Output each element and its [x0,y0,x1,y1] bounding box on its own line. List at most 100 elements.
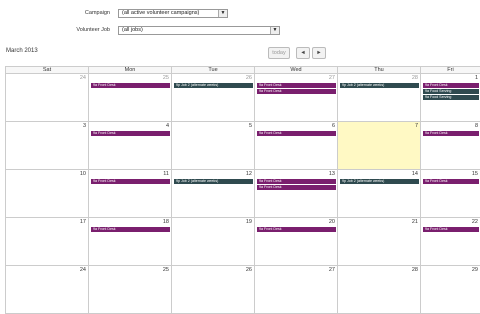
campaign-label: Campaign [84,10,110,16]
day-number: 8 [474,123,478,129]
calendar-day[interactable]: 8 9a Front Desk [420,122,480,170]
day-number: 7 [414,123,418,129]
calendar-day[interactable]: 17 [5,218,88,266]
day-number: 11 [163,171,169,177]
day-number: 28 [411,267,418,273]
calendar-event[interactable]: 9a Food Serving [423,95,479,100]
day-of-week-tue: Tue [171,66,254,74]
calendar-day[interactable]: 21 [337,218,420,266]
calendar-event[interactable]: 9p Job 2 (alternate weeks) [174,179,253,184]
day-number: 15 [471,171,478,177]
calendar-day[interactable]: 25 9a Front Desk [88,74,171,122]
calendar-day[interactable]: 28 9p Job 2 (alternate weeks) [337,74,420,122]
day-number: 10 [79,171,86,177]
day-number: 4 [165,123,169,129]
calendar-day[interactable]: 26 9p Job 2 (alternate weeks) [171,74,254,122]
calendar-day[interactable]: 26 [171,266,254,314]
day-of-week-sat: Sat [5,66,88,74]
day-number: 6 [331,123,335,129]
day-number: 1 [474,75,478,81]
calendar-grid: Sat Mon Tue Wed Thu Fri 24 25 9a Front Desk 26 9p … [5,66,480,314]
campaign-select[interactable]: (all active volunteer campaigns) ▼ [118,9,228,18]
calendar-event[interactable]: 9a Front Desk [257,185,336,190]
calendar-day[interactable]: 10 [5,170,88,218]
calendar-day[interactable]: 5 [171,122,254,170]
day-number: 12 [245,171,252,177]
day-number: 27 [328,75,335,81]
calendar-event[interactable]: 9p Job 2 (alternate weeks) [174,83,253,88]
day-number: 13 [328,171,335,177]
calendar-event[interactable]: 9a Front Desk [91,131,170,136]
campaign-select-value: (all active volunteer campaigns) [122,10,200,16]
calendar-day[interactable]: 24 [5,74,88,122]
calendar-day[interactable]: 27 [254,266,337,314]
calendar-day[interactable]: 24 [5,266,88,314]
day-number: 3 [82,123,86,129]
day-number: 26 [245,75,252,81]
calendar-event[interactable]: 9p Job 2 (alternate weeks) [340,83,419,88]
calendar-week: 17 18 9a Front Desk 19 20 9a Front Desk 21 22 9a… [5,218,480,266]
calendar-day[interactable]: 13 9a Front Desk 9a Front Desk [254,170,337,218]
volunteer-job-select[interactable]: (all jobs) ▼ [118,26,280,35]
calendar-day[interactable]: 25 [88,266,171,314]
calendar-day[interactable]: 18 9a Front Desk [88,218,171,266]
calendar-day-today[interactable]: 7 [337,122,420,170]
calendar-event[interactable]: 9a Front Desk [423,131,479,136]
today-button[interactable]: today [268,47,290,59]
day-number: 14 [411,171,418,177]
calendar-event[interactable]: 9a Front Desk [91,179,170,184]
calendar-event[interactable]: 9a Front Desk [257,83,336,88]
calendar-event[interactable]: 9a Front Desk [257,227,336,232]
calendar-event[interactable]: 9a Front Desk [423,83,479,88]
chevron-down-icon: ▼ [218,10,227,17]
calendar-day[interactable]: 27 9a Front Desk 9a Front Desk [254,74,337,122]
prev-month-button[interactable]: ◄ [296,47,310,59]
day-of-week-wed: Wed [254,66,337,74]
calendar-day[interactable]: 28 [337,266,420,314]
next-month-button[interactable]: ► [312,47,326,59]
calendar-event[interactable]: 9a Front Desk [91,227,170,232]
month-title: March 2013 [6,48,38,54]
calendar-day[interactable]: 4 9a Front Desk [88,122,171,170]
calendar-week: 24 25 26 27 28 29 [5,266,480,314]
calendar-day[interactable]: 19 [171,218,254,266]
calendar-event[interactable]: 9p Job 2 (alternate weeks) [340,179,419,184]
day-number: 25 [162,75,169,81]
day-number: 5 [248,123,252,129]
calendar-week: 10 11 9a Front Desk 12 9p Job 2 (alternate w… [5,170,480,218]
calendar-day[interactable]: 6 9a Front Desk [254,122,337,170]
day-number: 17 [79,219,86,225]
day-number: 21 [411,219,418,225]
calendar-day[interactable]: 22 9a Front Desk [420,218,480,266]
day-of-week-thu: Thu [337,66,420,74]
day-number: 24 [79,75,86,81]
volunteer-job-select-value: (all jobs) [122,27,143,33]
calendar-day[interactable]: 29 [420,266,480,314]
chevron-down-icon: ▼ [270,27,279,34]
calendar-week: 24 25 9a Front Desk 26 9p Job 2 (alternate w… [5,74,480,122]
volunteer-job-label: Volunteer Job [76,27,110,33]
day-number: 26 [245,267,252,273]
calendar-day[interactable]: 15 9a Front Desk [420,170,480,218]
calendar-event[interactable]: 9a Front Desk [257,89,336,94]
day-number: 29 [471,267,478,273]
calendar-day[interactable]: 1 9a Front Desk 9a Food Serving 9a Food Ser… [420,74,480,122]
day-of-week-mon: Mon [88,66,171,74]
day-number: 27 [328,267,335,273]
calendar-event[interactable]: 9a Front Desk [257,131,336,136]
calendar-day[interactable]: 20 9a Front Desk [254,218,337,266]
calendar-day[interactable]: 11 9a Front Desk [88,170,171,218]
calendar-week: 3 4 9a Front Desk 5 6 9a Front Desk 7 8 9a Front… [5,122,480,170]
calendar-event[interactable]: 9a Food Serving [423,89,479,94]
calendar-event[interactable]: 9a Front Desk [423,227,479,232]
calendar-event[interactable]: 9a Front Desk [423,179,479,184]
day-number: 20 [328,219,335,225]
calendar-day[interactable]: 14 9p Job 2 (alternate weeks) [337,170,420,218]
calendar-day[interactable]: 3 [5,122,88,170]
calendar-day[interactable]: 12 9p Job 2 (alternate weeks) [171,170,254,218]
day-number: 24 [79,267,86,273]
day-of-week-fri: Fri [420,66,480,74]
calendar-event[interactable]: 9a Front Desk [91,83,170,88]
day-number: 22 [471,219,478,225]
calendar-event[interactable]: 9a Front Desk [257,179,336,184]
